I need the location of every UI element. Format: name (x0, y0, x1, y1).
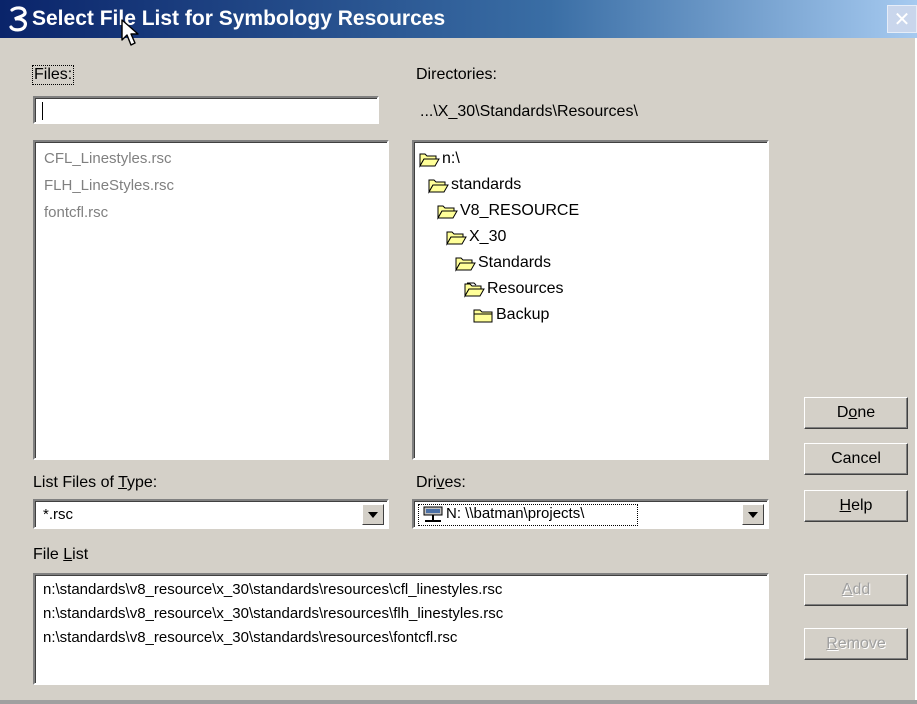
file-type-label: List Files of Type: (33, 474, 158, 491)
file-type-value: *.rsc (43, 506, 73, 523)
chevron-down-icon[interactable] (362, 504, 384, 525)
file-list-label: File List (33, 546, 89, 563)
file-list-entry[interactable]: n:\standards\v8_resource\x_30\standards\… (43, 629, 457, 646)
open-folder-icon (428, 179, 449, 194)
file-list-entry[interactable]: n:\standards\v8_resource\x_30\standards\… (43, 581, 502, 598)
cancel-button[interactable]: Cancel (804, 443, 908, 475)
file-type-select[interactable]: *.rsc (33, 499, 389, 529)
file-list-item[interactable]: FLH_LineStyles.rsc (44, 177, 174, 194)
open-folder-icon (455, 257, 476, 272)
tree-node-standards[interactable]: standards (428, 176, 521, 194)
drive-value: N: \\batman\projects\ (446, 505, 585, 522)
files-label: Files: (31, 65, 75, 85)
remove-button[interactable]: Remove (804, 628, 908, 660)
done-button[interactable]: Done (804, 397, 908, 429)
tree-node-x30[interactable]: X_30 (446, 228, 506, 246)
network-drive-icon (423, 506, 443, 522)
window-edge (0, 700, 917, 704)
tree-node-resources[interactable]: Resources (464, 280, 563, 298)
directories-label: Directories: (416, 66, 497, 83)
tree-node-standards-sub[interactable]: Standards (455, 254, 551, 272)
files-input[interactable] (33, 96, 379, 124)
closed-folder-icon (473, 309, 493, 322)
open-folder-icon (464, 282, 485, 298)
help-button[interactable]: Help (804, 490, 908, 522)
window-title: Select File List for Symbology Resources (32, 7, 446, 30)
tree-node-root[interactable]: n:\ (419, 150, 460, 168)
file-list-item[interactable]: CFL_Linestyles.rsc (44, 150, 172, 167)
file-list-item[interactable]: fontcfl.rsc (44, 204, 108, 221)
drives-select[interactable]: N: \\batman\projects\ (412, 499, 769, 529)
files-listbox[interactable]: CFL_Linestyles.rsc FLH_LineStyles.rsc fo… (33, 140, 389, 460)
microstation-logo-icon (9, 6, 27, 32)
file-list-entry[interactable]: n:\standards\v8_resource\x_30\standards\… (43, 605, 503, 622)
close-button[interactable]: ✕ (887, 5, 917, 33)
open-folder-icon (437, 205, 458, 220)
open-folder-icon (446, 231, 467, 246)
close-icon: ✕ (893, 7, 911, 31)
open-folder-icon (419, 153, 440, 168)
drives-label: Drives: (416, 474, 466, 491)
file-list-box[interactable]: n:\standards\v8_resource\x_30\standards\… (33, 573, 769, 685)
current-directory-path: ...\X_30\Standards\Resources\ (420, 103, 638, 120)
directories-tree[interactable]: n:\ standards V8_RESOURCE X_30 Standards… (412, 140, 769, 460)
text-caret (42, 102, 43, 120)
chevron-down-icon[interactable] (742, 504, 764, 525)
tree-node-v8-resource[interactable]: V8_RESOURCE (437, 202, 579, 220)
mouse-cursor-icon (121, 19, 139, 46)
add-button[interactable]: Add (804, 574, 908, 606)
tree-node-backup[interactable]: Backup (473, 306, 549, 324)
